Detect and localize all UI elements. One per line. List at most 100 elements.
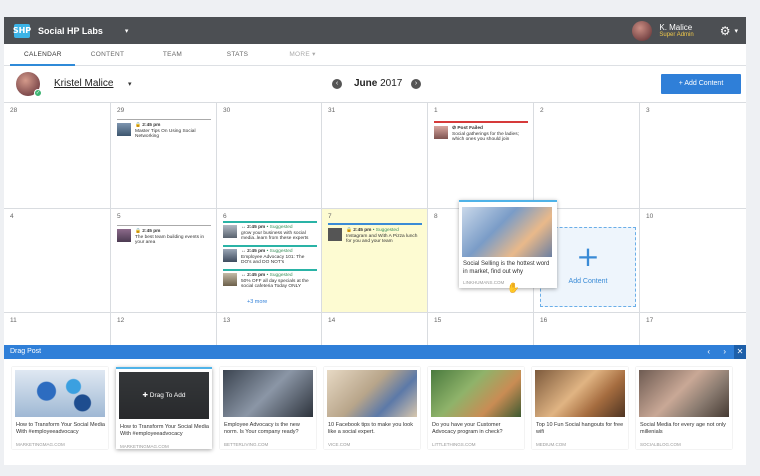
tab-content[interactable]: CONTENT xyxy=(75,44,140,66)
calendar-day[interactable]: 3 xyxy=(640,103,746,208)
post-card[interactable]: 10 Facebook tips to make you look like a… xyxy=(324,367,420,449)
post-card[interactable]: Social Media for every age not only mill… xyxy=(636,367,732,449)
suggested-post[interactable]: ↔ 2:45 pm • Suggested Employee Advocacy 1… xyxy=(223,249,315,266)
day-number: 17 xyxy=(646,317,654,324)
close-icon[interactable]: ✕ xyxy=(734,345,746,359)
post-source: MARKETINGMAG.COM xyxy=(120,444,169,449)
day-number: 5 xyxy=(117,213,121,220)
calendar-week: 28 29 🔒 2:45 pm Master Tips On Using Soci… xyxy=(4,102,746,208)
top-bar: SHP Social HP Labs ▾ K. Malice Super Adm… xyxy=(4,17,746,44)
day-number: 2 xyxy=(540,107,544,114)
failed-post[interactable]: ⊘ Post Failed Social gatherings for the l… xyxy=(434,126,526,143)
post-title: Social Selling is the hottest word in ma… xyxy=(463,261,550,275)
post-thumbnail xyxy=(223,249,237,262)
prev-month-button[interactable]: ‹ xyxy=(332,79,342,89)
post-image xyxy=(223,370,313,417)
post-card-list: How to Transform Your Social Media With … xyxy=(12,367,732,449)
main-tabs: CALENDAR CONTENT TEAM STATS MORE ▾ xyxy=(4,44,746,66)
post-time: ↔ 2:45 pm xyxy=(241,249,266,254)
suggested-post[interactable]: ↔ 2:45 pm • Suggested 50% OFF all day spe… xyxy=(223,273,315,290)
calendar-day[interactable]: 10 xyxy=(640,209,746,312)
avatar[interactable] xyxy=(632,20,653,41)
month-name: June xyxy=(354,78,378,89)
calendar-header: ✓ Kristel Malice ▾ ‹ June 2017 › + Add C… xyxy=(4,66,746,102)
suggested-bar xyxy=(223,245,317,247)
post-thumbnail xyxy=(223,225,237,238)
tab-team[interactable]: TEAM xyxy=(140,44,205,66)
chevron-down-icon[interactable]: ▾ xyxy=(125,27,129,35)
post-time: ↔ 2:45 pm xyxy=(241,273,266,278)
post-title: How to Transform Your Social Media With … xyxy=(120,424,209,437)
check-icon: ✓ xyxy=(34,89,42,97)
post-divider xyxy=(117,119,211,120)
chevron-down-icon[interactable]: ▾ xyxy=(128,80,132,88)
app-logo[interactable]: SHP xyxy=(13,23,31,38)
calendar-day[interactable]: 30 xyxy=(217,103,322,208)
post-text: 50% OFF all day specials at the social c… xyxy=(241,278,309,290)
day-number: 31 xyxy=(328,107,336,114)
scheduled-post[interactable]: 🔒 2:45 pm The best team building events i… xyxy=(117,229,209,246)
post-thumbnail xyxy=(328,228,342,241)
post-card[interactable]: Do you have your Customer Advocacy progr… xyxy=(428,367,524,449)
post-source: BETTERLIVING.COM xyxy=(224,442,269,447)
day-number: 8 xyxy=(434,213,438,220)
day-number: 14 xyxy=(328,317,336,324)
calendar-grid: 28 29 🔒 2:45 pm Master Tips On Using Soci… xyxy=(4,102,746,352)
post-card[interactable]: How to Transform Your Social Media With … xyxy=(12,367,108,449)
calendar-day[interactable]: 28 xyxy=(4,103,111,208)
suggested-label: • Suggested xyxy=(266,249,293,254)
more-posts-link[interactable]: +3 more xyxy=(247,299,267,305)
day-number: 28 xyxy=(10,107,18,114)
post-source: VICE.COM xyxy=(328,442,351,447)
user-menu[interactable]: K. Malice Super Admin ⚙ ▾ xyxy=(632,17,738,44)
dragged-post-card[interactable]: Social Selling is the hottest word in ma… xyxy=(459,200,557,288)
post-card-selected[interactable]: ✚ Drag To Add How to Transform Your Soci… xyxy=(116,367,212,449)
person-selector[interactable]: Kristel Malice xyxy=(54,78,113,89)
user-name: K. Malice xyxy=(659,23,693,32)
avatar[interactable]: ✓ xyxy=(16,72,42,97)
tab-stats[interactable]: STATS xyxy=(205,44,270,66)
day-number: 15 xyxy=(434,317,442,324)
workspace-name[interactable]: Social HP Labs xyxy=(38,26,103,36)
post-card[interactable]: Top 10 Fun Social hangouts for free wifi… xyxy=(532,367,628,449)
calendar-day[interactable]: 5 🔒 2:45 pm The best team building events… xyxy=(111,209,217,312)
post-thumbnail xyxy=(117,229,131,242)
day-number: 30 xyxy=(223,107,231,114)
suggested-post[interactable]: 🔒 2:45 pm • Suggested Instagram and With … xyxy=(328,228,420,245)
gear-icon[interactable]: ⚙ xyxy=(720,24,731,38)
calendar-day[interactable]: 4 xyxy=(4,209,111,312)
calendar-day[interactable]: 2 xyxy=(534,103,640,208)
add-content-button[interactable]: + Add Content xyxy=(661,74,741,94)
calendar-day[interactable]: 31 xyxy=(322,103,428,208)
post-title: Top 10 Fun Social hangouts for free wifi xyxy=(536,422,624,435)
calendar-day-today[interactable]: 7 🔒 2:45 pm • Suggested Instagram and Wit… xyxy=(322,209,428,312)
post-image xyxy=(431,370,521,417)
post-card[interactable]: Employee Advocacy is the new norm. Is Yo… xyxy=(220,367,316,449)
calendar-day[interactable]: 1 ⊘ Post Failed Social gatherings for the… xyxy=(428,103,534,208)
post-title: Social Media for every age not only mill… xyxy=(640,422,726,435)
next-month-button[interactable]: › xyxy=(411,79,421,89)
post-title: Do you have your Customer Advocacy progr… xyxy=(432,422,503,435)
chevron-left-icon[interactable]: ‹ xyxy=(707,345,710,359)
post-time: 🔒 2:45 pm xyxy=(346,228,372,233)
post-text: Instagram and With A Pizza lunch for you… xyxy=(346,233,418,245)
post-source: MARKETINGMAG.COM xyxy=(16,442,65,447)
day-number: 10 xyxy=(646,213,654,220)
calendar-day[interactable]: 6 ↔ 2:45 pm • Suggested grow your busines… xyxy=(217,209,322,312)
user-role: Super Admin xyxy=(659,32,694,38)
tab-more[interactable]: MORE ▾ xyxy=(270,44,335,66)
calendar-day[interactable]: 29 🔒 2:45 pm Master Tips On Using Social … xyxy=(111,103,217,208)
tab-calendar[interactable]: CALENDAR xyxy=(10,44,75,66)
post-thumbnail xyxy=(223,273,237,286)
chevron-down-icon[interactable]: ▾ xyxy=(734,27,738,35)
chevron-right-icon[interactable]: › xyxy=(723,345,726,359)
drag-to-add-overlay: ✚ Drag To Add xyxy=(119,372,209,419)
post-time: ↔ 2:45 pm xyxy=(241,225,266,230)
day-number: 11 xyxy=(10,317,17,324)
scheduled-post[interactable]: 🔒 2:45 pm Master Tips On Using Social Net… xyxy=(117,123,209,140)
post-title: Employee Advocacy is the new norm. Is Yo… xyxy=(224,422,300,435)
suggested-post[interactable]: ↔ 2:45 pm • Suggested grow your business … xyxy=(223,225,315,242)
day-number: 29 xyxy=(117,107,125,114)
post-thumbnail xyxy=(117,123,131,136)
day-number: 6 xyxy=(223,213,227,220)
